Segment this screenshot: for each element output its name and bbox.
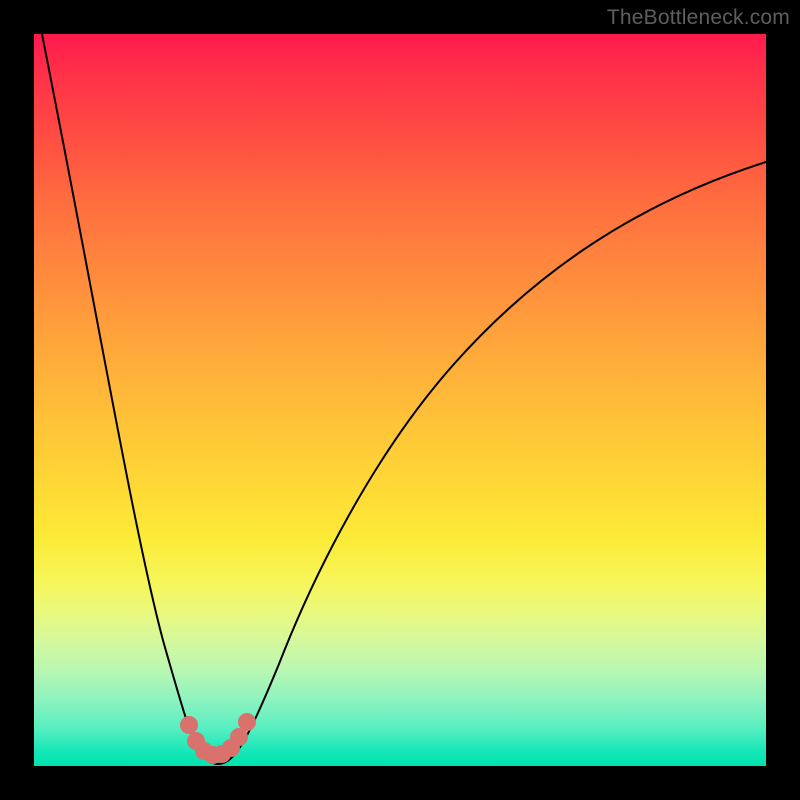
highlight-markers-group [181,714,256,764]
chart-svg [34,34,766,766]
bottleneck-curve [37,34,766,764]
chart-frame [34,34,766,766]
highlight-marker [231,729,248,746]
highlight-marker [239,714,256,731]
watermark-text: TheBottleneck.com [607,6,790,30]
highlight-marker [181,717,198,734]
